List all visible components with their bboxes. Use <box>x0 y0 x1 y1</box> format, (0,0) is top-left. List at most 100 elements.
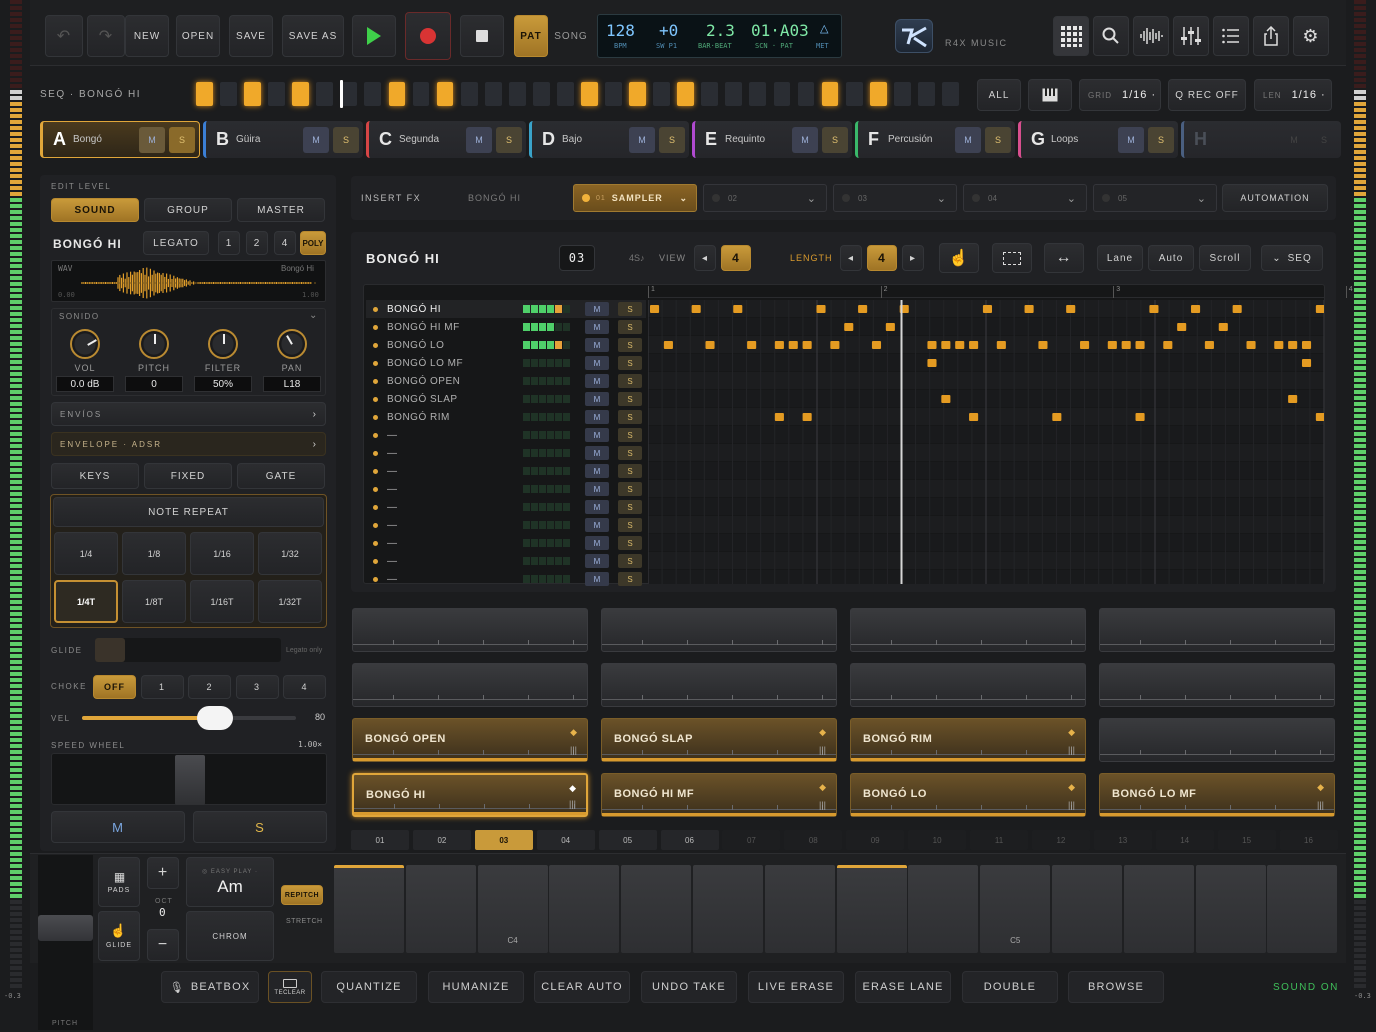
lane-solo-button[interactable]: S <box>618 500 642 514</box>
redo-button[interactable]: ↷ <box>87 15 125 57</box>
note-cell[interactable] <box>1301 359 1312 367</box>
drum-pad[interactable] <box>1099 663 1335 707</box>
track-b[interactable]: B Güira M S <box>203 121 363 158</box>
drum-pad[interactable] <box>850 608 1086 652</box>
step-strip[interactable] <box>196 80 966 108</box>
piano-key[interactable] <box>908 865 979 953</box>
swing-value[interactable]: +0 <box>659 21 678 40</box>
track-mute-button[interactable]: M <box>1281 127 1307 153</box>
note-cell[interactable] <box>969 341 979 349</box>
pattern-slot[interactable]: 08 <box>784 830 843 850</box>
undo-take-button[interactable]: UNDO TAKE <box>641 971 737 1003</box>
repitch-button[interactable]: REPITCH <box>281 885 323 905</box>
drum-pad[interactable]: BONGÓ HI MF ◆ ||| <box>601 773 837 817</box>
pattern-slot[interactable]: 10 <box>908 830 967 850</box>
track-solo-button[interactable]: S <box>1311 127 1337 153</box>
note-cell[interactable] <box>955 341 965 349</box>
note-cell[interactable] <box>830 341 840 349</box>
note-cell[interactable] <box>1204 341 1214 349</box>
track-c[interactable]: C Segunda M S <box>366 121 526 158</box>
choke-option-4[interactable]: 4 <box>283 675 326 699</box>
auto-button[interactable]: Auto <box>1148 245 1194 271</box>
beatbox-button[interactable]: 🎙 BEATBOX <box>161 971 259 1003</box>
note-cell[interactable] <box>1288 395 1298 403</box>
seq-step[interactable] <box>436 82 454 106</box>
song-mode-button[interactable]: SONG <box>554 15 588 57</box>
lane-mute-button[interactable]: M <box>585 338 609 352</box>
note-cell[interactable] <box>885 323 895 331</box>
pattern-slot[interactable]: 12 <box>1031 830 1090 850</box>
piano-key[interactable] <box>1267 865 1338 953</box>
pattern-slot[interactable]: 02 <box>412 830 471 850</box>
repeat-rate-1-32[interactable]: 1/32 <box>258 532 322 575</box>
open-button[interactable]: OPEN <box>176 15 220 57</box>
lane-solo-button[interactable]: S <box>618 374 642 388</box>
choke-option-3[interactable]: 3 <box>235 675 279 699</box>
legato-button[interactable]: LEGATO <box>143 231 209 255</box>
voices-1-button[interactable]: 1 <box>218 231 240 255</box>
drum-pad[interactable]: BONGÓ RIM ◆ ||| <box>850 718 1086 762</box>
save-button[interactable]: SAVE <box>229 15 273 57</box>
lane-row[interactable]: — M S <box>366 480 646 498</box>
seq-step[interactable] <box>869 82 887 106</box>
repeat-rate-1-8[interactable]: 1/8 <box>122 532 186 575</box>
grid-select[interactable]: GRID 1/16 · <box>1079 79 1161 111</box>
lane-row[interactable]: — M S <box>366 570 646 588</box>
track-solo-button[interactable]: S <box>659 126 685 153</box>
drum-pad[interactable] <box>601 663 837 707</box>
track-mute-button[interactable]: M <box>466 126 492 153</box>
repeat-rate-1-16t[interactable]: 1/16T <box>190 580 254 623</box>
note-cell[interactable] <box>941 341 951 349</box>
sound-on-toggle[interactable]: SOUND ON <box>1273 982 1339 993</box>
lane-solo-button[interactable]: S <box>618 338 642 352</box>
seq-step[interactable] <box>845 82 863 106</box>
note-cell[interactable] <box>650 305 660 313</box>
repeat-rate-1-32t[interactable]: 1/32T <box>258 580 322 623</box>
track-mute-button[interactable]: M <box>955 126 981 153</box>
lane-mute-button[interactable]: M <box>585 320 609 334</box>
note-cell[interactable] <box>733 305 743 313</box>
lane-solo-button[interactable]: S <box>618 518 642 532</box>
group-level-button[interactable]: GROUP <box>144 198 232 222</box>
seq-step[interactable] <box>749 82 767 106</box>
octave-up-button[interactable]: + <box>147 857 179 889</box>
erase-lane-button[interactable]: ERASE LANE <box>855 971 951 1003</box>
play-button[interactable] <box>352 15 396 57</box>
lane-mute-button[interactable]: M <box>585 500 609 514</box>
track-e[interactable]: E Requinto M S <box>692 121 852 158</box>
metronome-icon[interactable]: △ <box>820 22 828 35</box>
note-cell[interactable] <box>996 341 1006 349</box>
seq-step[interactable] <box>388 82 406 106</box>
note-cell[interactable] <box>788 341 798 349</box>
note-cell[interactable] <box>705 341 715 349</box>
lane-solo-button[interactable]: S <box>618 482 642 496</box>
pitch-wheel-handle[interactable] <box>38 915 93 941</box>
note-repeat-button[interactable]: NOTE REPEAT <box>53 497 324 527</box>
track-mute-button[interactable]: M <box>303 126 329 153</box>
touch-mode-button[interactable]: ☝ <box>939 243 979 273</box>
note-cell[interactable] <box>1315 413 1324 421</box>
chromatic-button[interactable]: CHROM <box>186 911 274 961</box>
note-cell[interactable] <box>774 341 784 349</box>
choke-option-off[interactable]: OFF <box>93 675 136 699</box>
lane-solo-button[interactable]: S <box>618 536 642 550</box>
piano-key[interactable]: C5 <box>980 865 1051 953</box>
drum-pad[interactable] <box>352 608 588 652</box>
seq-step[interactable] <box>581 82 598 106</box>
lane-mute-button[interactable]: M <box>585 356 609 370</box>
lane-row[interactable]: — M S <box>366 534 646 552</box>
lane-mute-button[interactable]: M <box>585 572 609 586</box>
pattern-slot[interactable]: 05 <box>598 830 657 850</box>
lane-row[interactable]: BONGÓ SLAP M S <box>366 390 646 408</box>
list-button[interactable] <box>1213 16 1249 56</box>
seq-step[interactable] <box>292 82 310 106</box>
knob-vol[interactable] <box>70 329 100 359</box>
sonido-collapse-icon[interactable]: ⌄ <box>309 310 317 321</box>
view-decrement-button[interactable]: ◂ <box>694 245 716 271</box>
note-cell[interactable] <box>1218 323 1228 331</box>
note-cell[interactable] <box>1191 305 1201 313</box>
lane-mute-button[interactable]: M <box>585 302 609 316</box>
lane-mute-button[interactable]: M <box>585 554 609 568</box>
seq-step[interactable] <box>605 82 622 106</box>
track-f[interactable]: F Percusión M S <box>855 121 1015 158</box>
